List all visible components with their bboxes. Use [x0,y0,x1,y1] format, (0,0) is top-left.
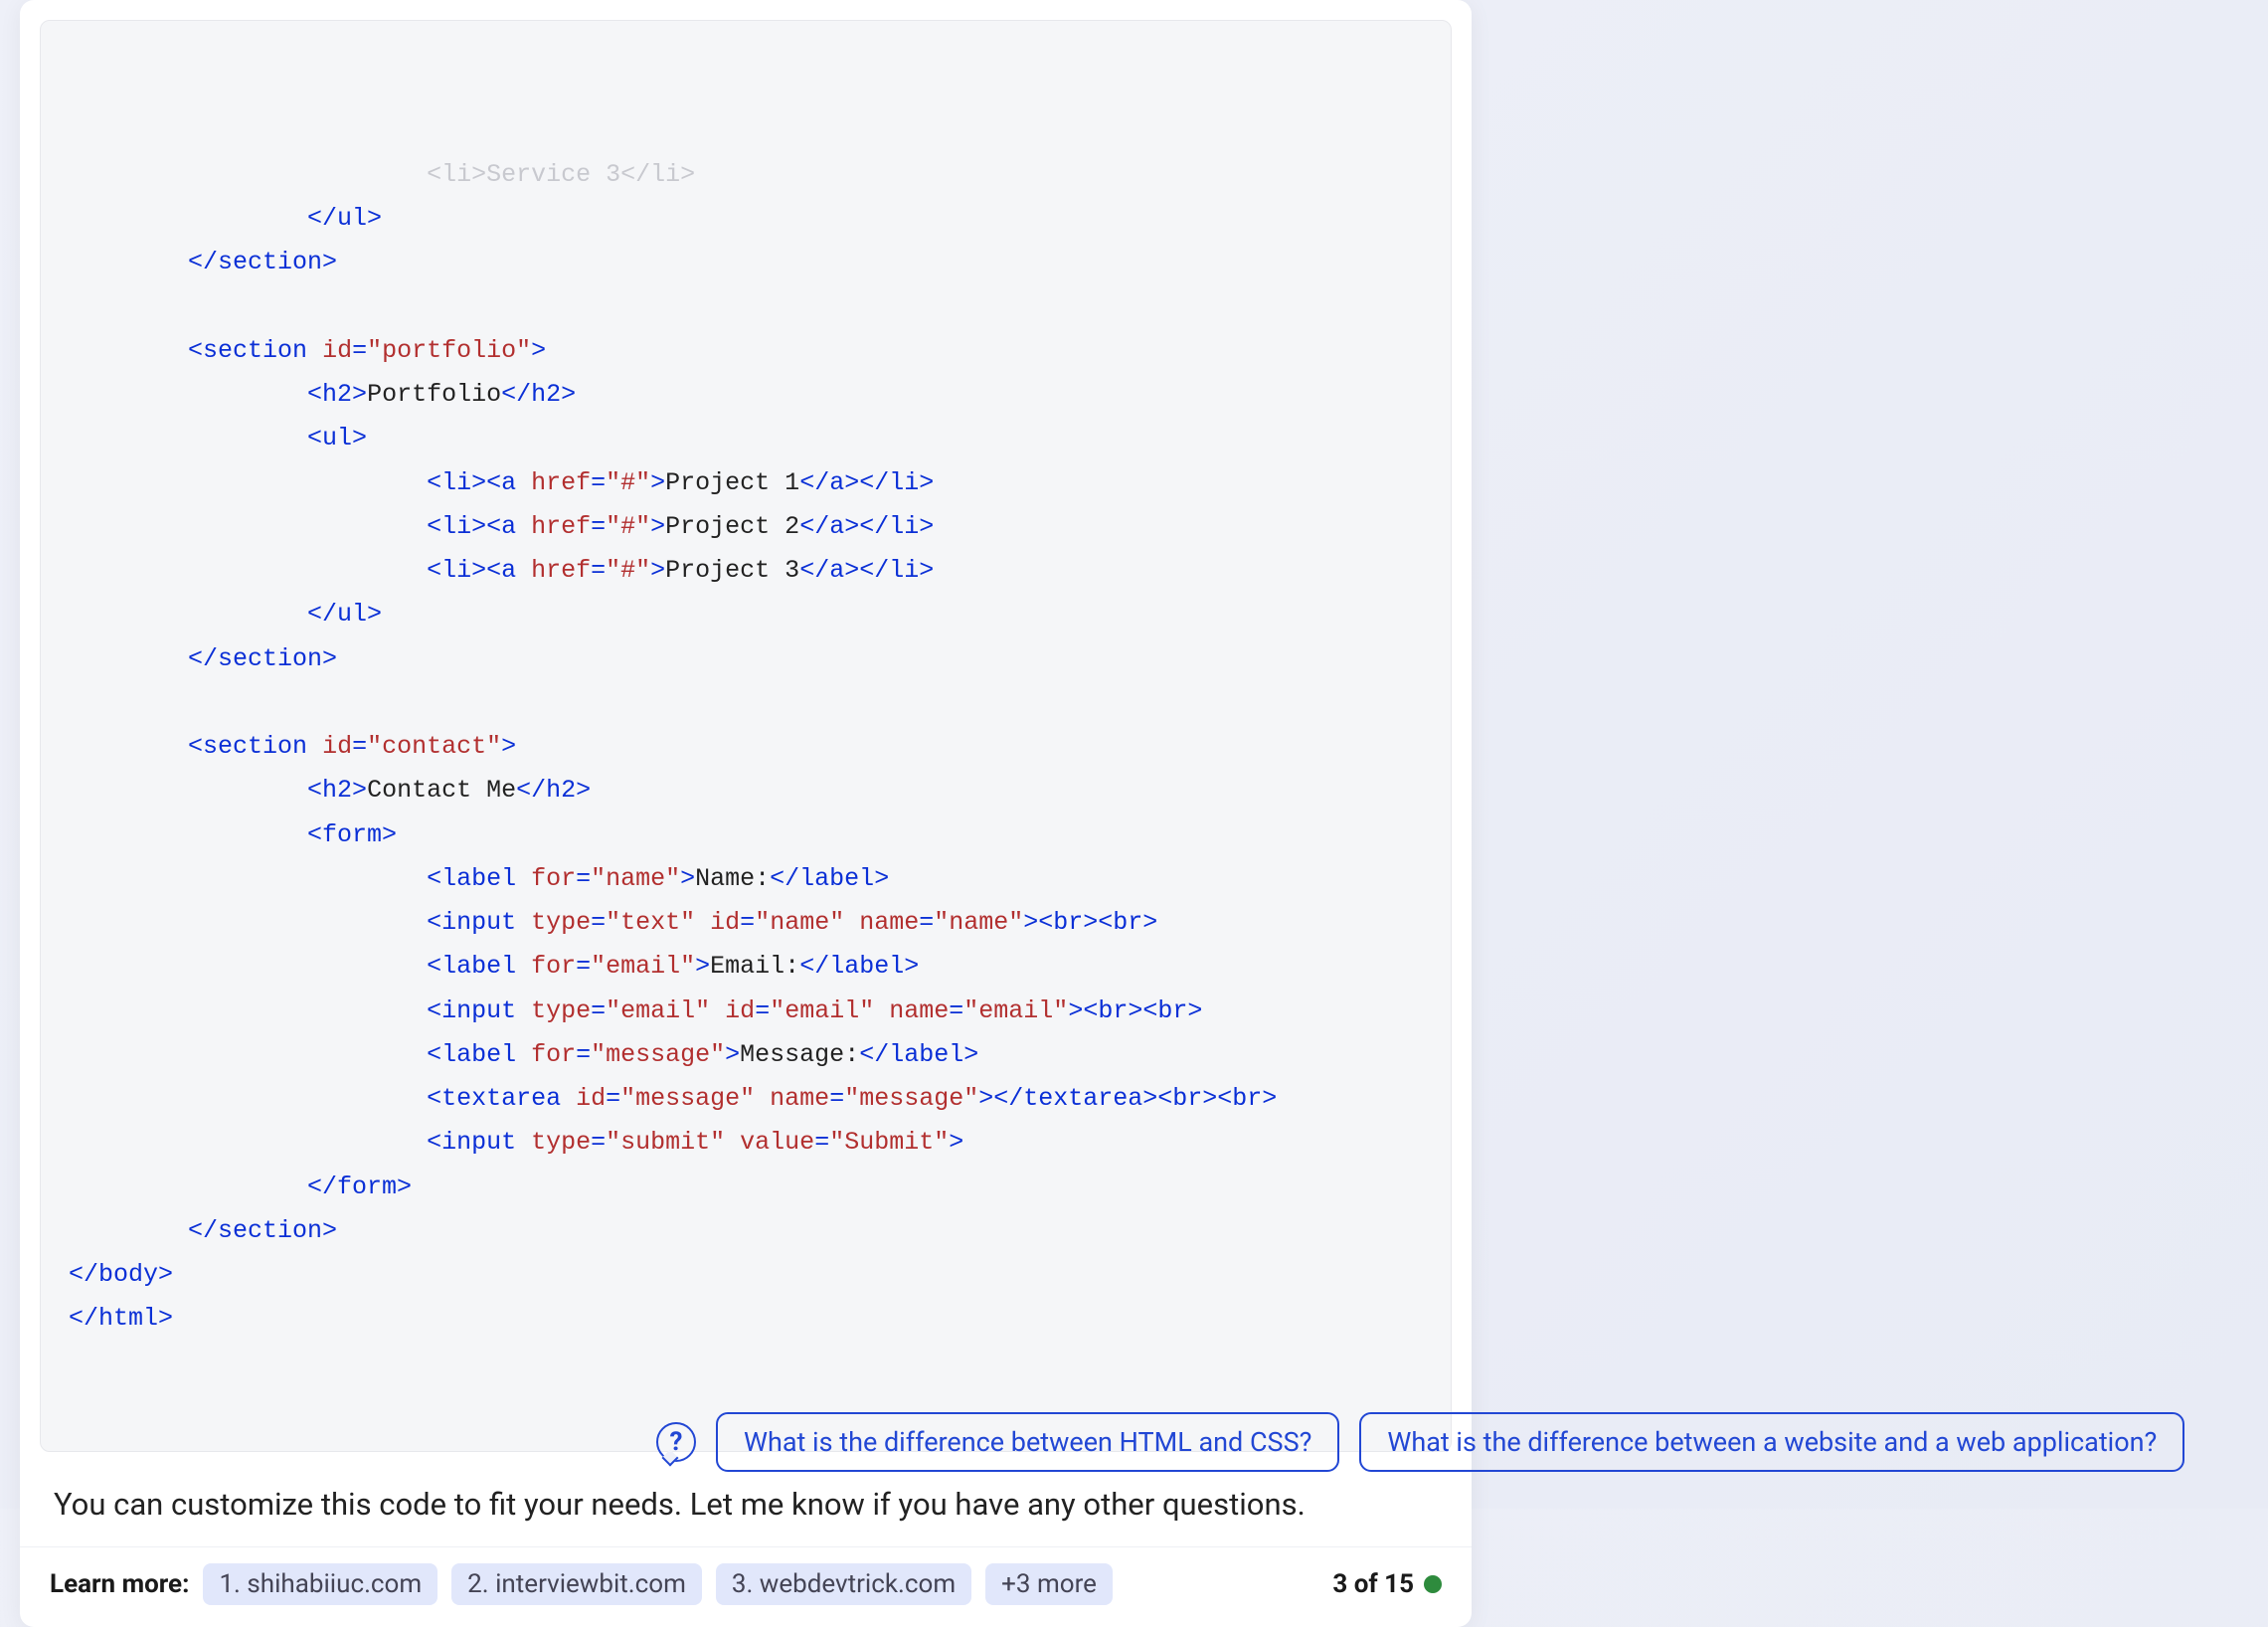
answer-card: <li>Service 3</li> </ul> </section> <sec… [20,0,1472,1627]
code-line: <input type="text" id="name" name="name"… [69,908,1157,937]
learn-more-label: Learn more: [50,1569,189,1599]
code-line: </ul> [69,600,382,629]
learn-more-chip[interactable]: 2. interviewbit.com [451,1563,702,1605]
code-line: <label for="message">Message:</label> [69,1040,978,1069]
code-line: </section> [69,248,337,276]
status-dot-icon [1424,1575,1442,1593]
code-line: <h2>Contact Me</h2> [69,776,591,805]
code-line: <li><a href="#">Project 1</a></li> [69,468,934,497]
code-line: <input type="submit" value="Submit"> [69,1128,963,1157]
response-text: You can customize this code to fit your … [20,1472,1472,1546]
code-line: </form> [69,1173,412,1201]
suggestions-row: ? What is the difference between HTML an… [656,1412,2184,1472]
code-line: </ul> [69,204,382,233]
code-line: <h2>Portfolio</h2> [69,380,576,409]
code-block: <li>Service 3</li> </ul> </section> <sec… [40,20,1452,1452]
learn-more-chip[interactable]: 3. webdevtrick.com [716,1563,971,1605]
suggestion-button[interactable]: What is the difference between HTML and … [716,1412,1339,1472]
code-line: <li><a href="#">Project 3</a></li> [69,556,934,585]
code-line: <label for="email">Email:</label> [69,952,919,981]
code-line: </html> [69,1304,173,1333]
code-line: </section> [69,644,337,673]
code-line: <section id="portfolio"> [69,336,546,365]
code-line-faded: <li>Service 3</li> [69,160,695,189]
result-count-text: 3 of 15 [1332,1569,1414,1599]
code-line [69,688,84,717]
learn-more-chip-more[interactable]: +3 more [985,1563,1113,1605]
code-line: </section> [69,1216,337,1245]
suggestion-button[interactable]: What is the difference between a website… [1359,1412,2184,1472]
code-line: <label for="name">Name:</label> [69,864,889,893]
code-line: <input type="email" id="email" name="ema… [69,996,1202,1025]
code-line [69,292,84,321]
code-line: <form> [69,820,397,849]
learn-more-chip[interactable]: 1. shihabiiuc.com [203,1563,437,1605]
result-count: 3 of 15 [1332,1569,1442,1599]
learn-more-row: Learn more: 1. shihabiiuc.com 2. intervi… [20,1546,1472,1627]
code-line: <textarea id="message" name="message"></… [69,1084,1277,1113]
code-line: </body> [69,1260,173,1289]
code-line: <li><a href="#">Project 2</a></li> [69,512,934,541]
code-line: <ul> [69,424,367,452]
question-bubble-icon: ? [656,1422,696,1462]
code-line: <section id="contact"> [69,732,516,761]
